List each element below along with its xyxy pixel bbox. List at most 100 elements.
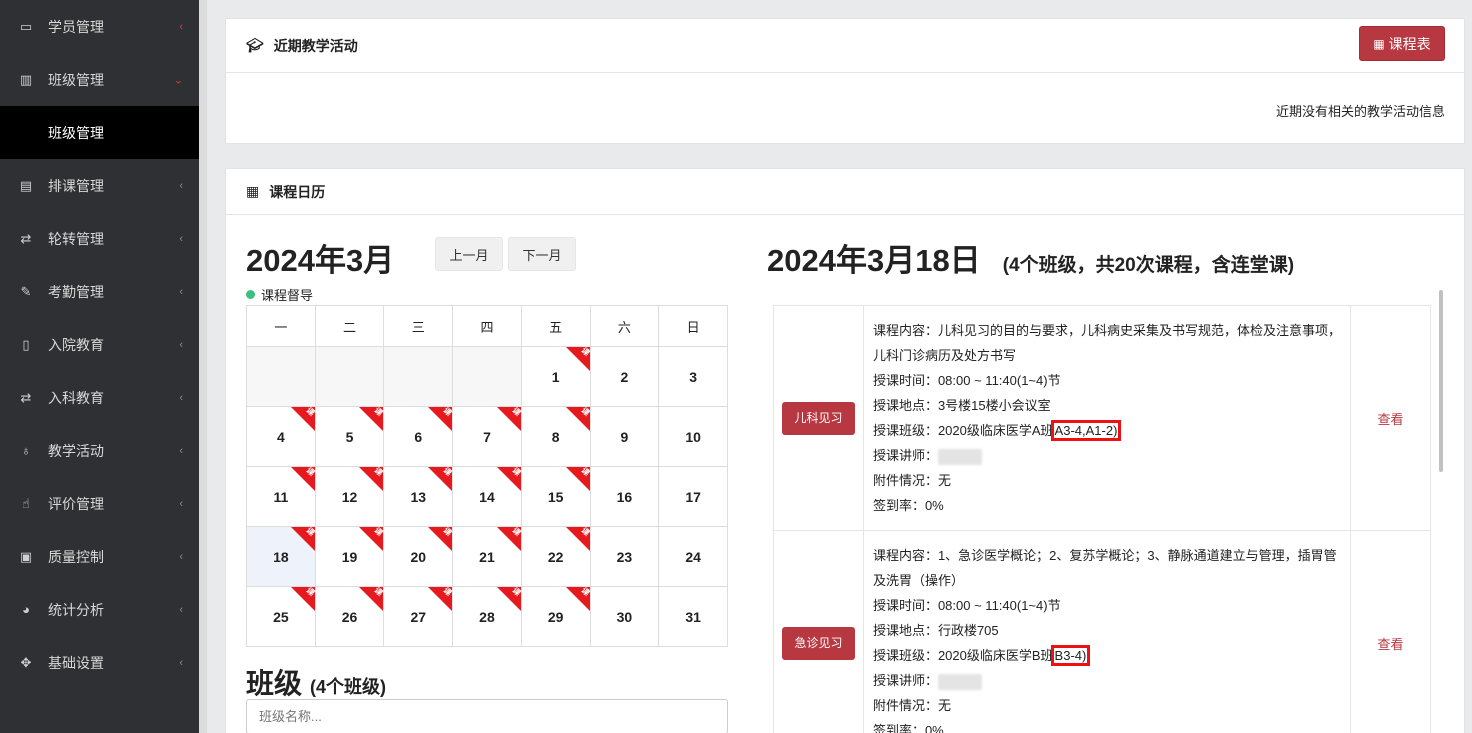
sidebar-item-label: 排课管理 bbox=[48, 177, 104, 194]
sidebar-item-rotation[interactable]: ⇄ 轮转管理 ‹ bbox=[0, 212, 199, 265]
calendar-day-cell[interactable]: 26 课 bbox=[314, 586, 385, 647]
redacted-name bbox=[937, 673, 982, 690]
course-teacher: 授课讲师： bbox=[873, 668, 1341, 693]
course-class: 授课班级：2020级临床医学B班B3-4) bbox=[873, 643, 1341, 668]
view-link[interactable]: 查看 bbox=[1350, 305, 1431, 531]
chevron-left-icon: ‹ bbox=[179, 444, 183, 457]
stethoscope-icon: ♁ bbox=[21, 443, 31, 458]
day-number: 5 bbox=[345, 428, 354, 445]
calendar-day-cell[interactable]: 5课 bbox=[314, 406, 385, 467]
month-title: 2024年3月 bbox=[246, 243, 395, 278]
legend: 课程督导 bbox=[246, 285, 313, 304]
day-number: 9 bbox=[620, 428, 629, 445]
course-class-prefix: 授课班级：2020级临床医学A班 bbox=[872, 423, 1054, 438]
calendar-day-cell[interactable]: 2 bbox=[589, 346, 660, 407]
sidebar-item-statistics[interactable]: ◕ 统计分析 ‹ bbox=[0, 583, 199, 636]
class-search-input[interactable] bbox=[246, 699, 728, 733]
day-number: 2 bbox=[620, 368, 629, 385]
legend-dot bbox=[246, 290, 255, 299]
sidebar-item-label: 入院教育 bbox=[48, 336, 104, 353]
schedule-button[interactable]: ▦ 课程表 bbox=[1359, 26, 1445, 61]
empty-message: 近期没有相关的教学活动信息 bbox=[1275, 104, 1445, 119]
sidebar-item-hospital-education[interactable]: ▯ 入院教育 ‹ bbox=[0, 318, 199, 371]
course-info-cell: 课程内容：1、急诊医学概论；2、复苏学概论；3、静脉通道建立与管理，插胃管及洗胃… bbox=[862, 530, 1352, 733]
panel-header: ▦ 课程日历 bbox=[226, 169, 1464, 215]
prev-month-button[interactable]: 上一月 bbox=[435, 237, 503, 271]
sidebar-item-quality-control[interactable]: ▣ 质量控制 ‹ bbox=[0, 530, 199, 583]
calendar-day-cell[interactable]: 28 课 bbox=[452, 586, 522, 647]
course-content: 课程内容：1、急诊医学概论；2、复苏学概论；3、静脉通道建立与管理，插胃管及洗胃… bbox=[872, 548, 1337, 588]
chevron-left-icon: ‹ bbox=[179, 179, 183, 192]
scrollbar[interactable] bbox=[1439, 290, 1443, 472]
course-class-highlight: A3-4,A1-2) bbox=[1050, 420, 1122, 441]
clipboard-icon: ▯ bbox=[22, 336, 30, 352]
calendar-day-cell[interactable]: 12 课 bbox=[314, 466, 385, 527]
sidebar-item-basic-settings[interactable]: ✥ 基础设置 ‹ bbox=[0, 636, 199, 689]
calendar-day-cell[interactable]: 29 课 bbox=[520, 586, 591, 647]
calendar-day-cell[interactable]: 18 课 bbox=[246, 526, 316, 587]
panel-title: 近期教学活动 bbox=[273, 37, 358, 54]
next-month-button[interactable]: 下一月 bbox=[508, 237, 576, 271]
weekday-header: 三 bbox=[383, 305, 454, 347]
calendar-day-cell[interactable]: 21 课 bbox=[452, 526, 522, 587]
sidebar-item-label: 评价管理 bbox=[48, 495, 104, 512]
calendar-day-cell[interactable]: 20 课 bbox=[383, 526, 453, 587]
view-link[interactable]: 查看 bbox=[1350, 530, 1431, 733]
weekday-header: 二 bbox=[314, 305, 385, 347]
pie-chart-icon: ◕ bbox=[22, 602, 30, 617]
course-attachment: 附件情况：无 bbox=[872, 473, 951, 488]
sidebar-item-attendance[interactable]: ✎ 考勤管理 ‹ bbox=[0, 265, 199, 318]
calendar-day-cell[interactable]: 14 课 bbox=[452, 466, 522, 527]
calendar-day-cell[interactable]: 22 课 bbox=[520, 526, 591, 587]
calendar-day-cell[interactable]: 31 bbox=[658, 586, 728, 647]
calendar-day-cell[interactable]: 25 课 bbox=[246, 586, 316, 647]
sidebar-subitem-classes[interactable]: 班级管理 bbox=[0, 106, 199, 159]
day-number: 1 bbox=[551, 368, 560, 385]
calendar-day-cell[interactable]: 23 bbox=[589, 526, 660, 587]
calendar-day-cell[interactable]: 10 bbox=[658, 406, 728, 467]
calendar-day-cell[interactable]: 16 bbox=[589, 466, 660, 527]
building-icon: ▥ bbox=[19, 71, 33, 87]
sidebar-item-teaching-activity[interactable]: ♁ 教学活动 ‹ bbox=[0, 424, 199, 477]
panel-title: 课程日历 bbox=[269, 183, 326, 200]
sidebar-item-label: 基础设置 bbox=[48, 654, 104, 671]
chevron-left-icon: ‹ bbox=[179, 232, 183, 245]
day-number: 23 bbox=[616, 548, 633, 565]
chevron-left-icon: ‹ bbox=[179, 656, 183, 669]
calendar-day-cell[interactable]: 3 bbox=[658, 346, 728, 407]
day-number: 14 bbox=[479, 488, 495, 505]
rotate-icon: ⇄ bbox=[20, 230, 32, 246]
sidebar-item-students[interactable]: ▭ 学员管理 ‹ bbox=[0, 0, 199, 53]
calendar-week-row: 18 课 19 课 20 课 21 课 22 课 23 24 bbox=[246, 526, 728, 587]
calendar-day-cell[interactable]: 17 bbox=[658, 466, 728, 527]
day-number: 20 bbox=[410, 548, 427, 565]
calendar-day-cell[interactable]: 15 课 bbox=[520, 466, 591, 527]
calendar-day-cell[interactable]: 8课 bbox=[520, 406, 591, 467]
calendar-day-cell[interactable]: 6课 bbox=[383, 406, 453, 467]
sidebar-item-label: 教学活动 bbox=[48, 442, 104, 459]
sidebar: ▭ 学员管理 ‹ ▥ 班级管理 ⌄ 班级管理 ▤ 排课管理 ‹ ⇄ 轮转管理 ‹… bbox=[0, 0, 199, 733]
course-type-button[interactable]: 急诊见习 bbox=[781, 626, 855, 660]
sidebar-item-evaluation[interactable]: ☝ 评价管理 ‹ bbox=[0, 477, 199, 530]
calendar-icon: ▦ bbox=[246, 183, 260, 199]
calendar-empty-cell bbox=[383, 346, 454, 407]
calendar-day-cell[interactable]: 7课 bbox=[452, 406, 522, 467]
calendar-day-cell[interactable]: 4课 bbox=[246, 406, 316, 467]
calendar-day-cell[interactable]: 1课 bbox=[520, 346, 591, 407]
sidebar-item-department-education[interactable]: ⇄ 入科教育 ‹ bbox=[0, 371, 199, 424]
calendar-day-cell[interactable]: 11 课 bbox=[246, 466, 316, 527]
course-row: 急诊见习 课程内容：1、急诊医学概论；2、复苏学概论；3、静脉通道建立与管理，插… bbox=[773, 530, 1431, 733]
calendar-day-cell[interactable]: 30 bbox=[589, 586, 660, 647]
sidebar-item-classes[interactable]: ▥ 班级管理 ⌄ bbox=[0, 53, 199, 106]
calendar-week-row: 25 课 26 课 27 课 28 课 29 课 30 31 bbox=[246, 586, 728, 647]
calendar-day-cell[interactable]: 9 bbox=[589, 406, 660, 467]
calendar-day-cell[interactable]: 24 bbox=[658, 526, 728, 587]
brush-icon: ✎ bbox=[20, 283, 32, 299]
day-number: 15 bbox=[547, 488, 564, 505]
calendar-day-cell[interactable]: 19 课 bbox=[314, 526, 385, 587]
calendar-day-cell[interactable]: 27 课 bbox=[383, 586, 453, 647]
day-number: 4 bbox=[276, 428, 285, 445]
course-type-button[interactable]: 儿科见习 bbox=[781, 401, 855, 435]
sidebar-item-scheduling[interactable]: ▤ 排课管理 ‹ bbox=[0, 159, 199, 212]
calendar-day-cell[interactable]: 13 课 bbox=[383, 466, 453, 527]
